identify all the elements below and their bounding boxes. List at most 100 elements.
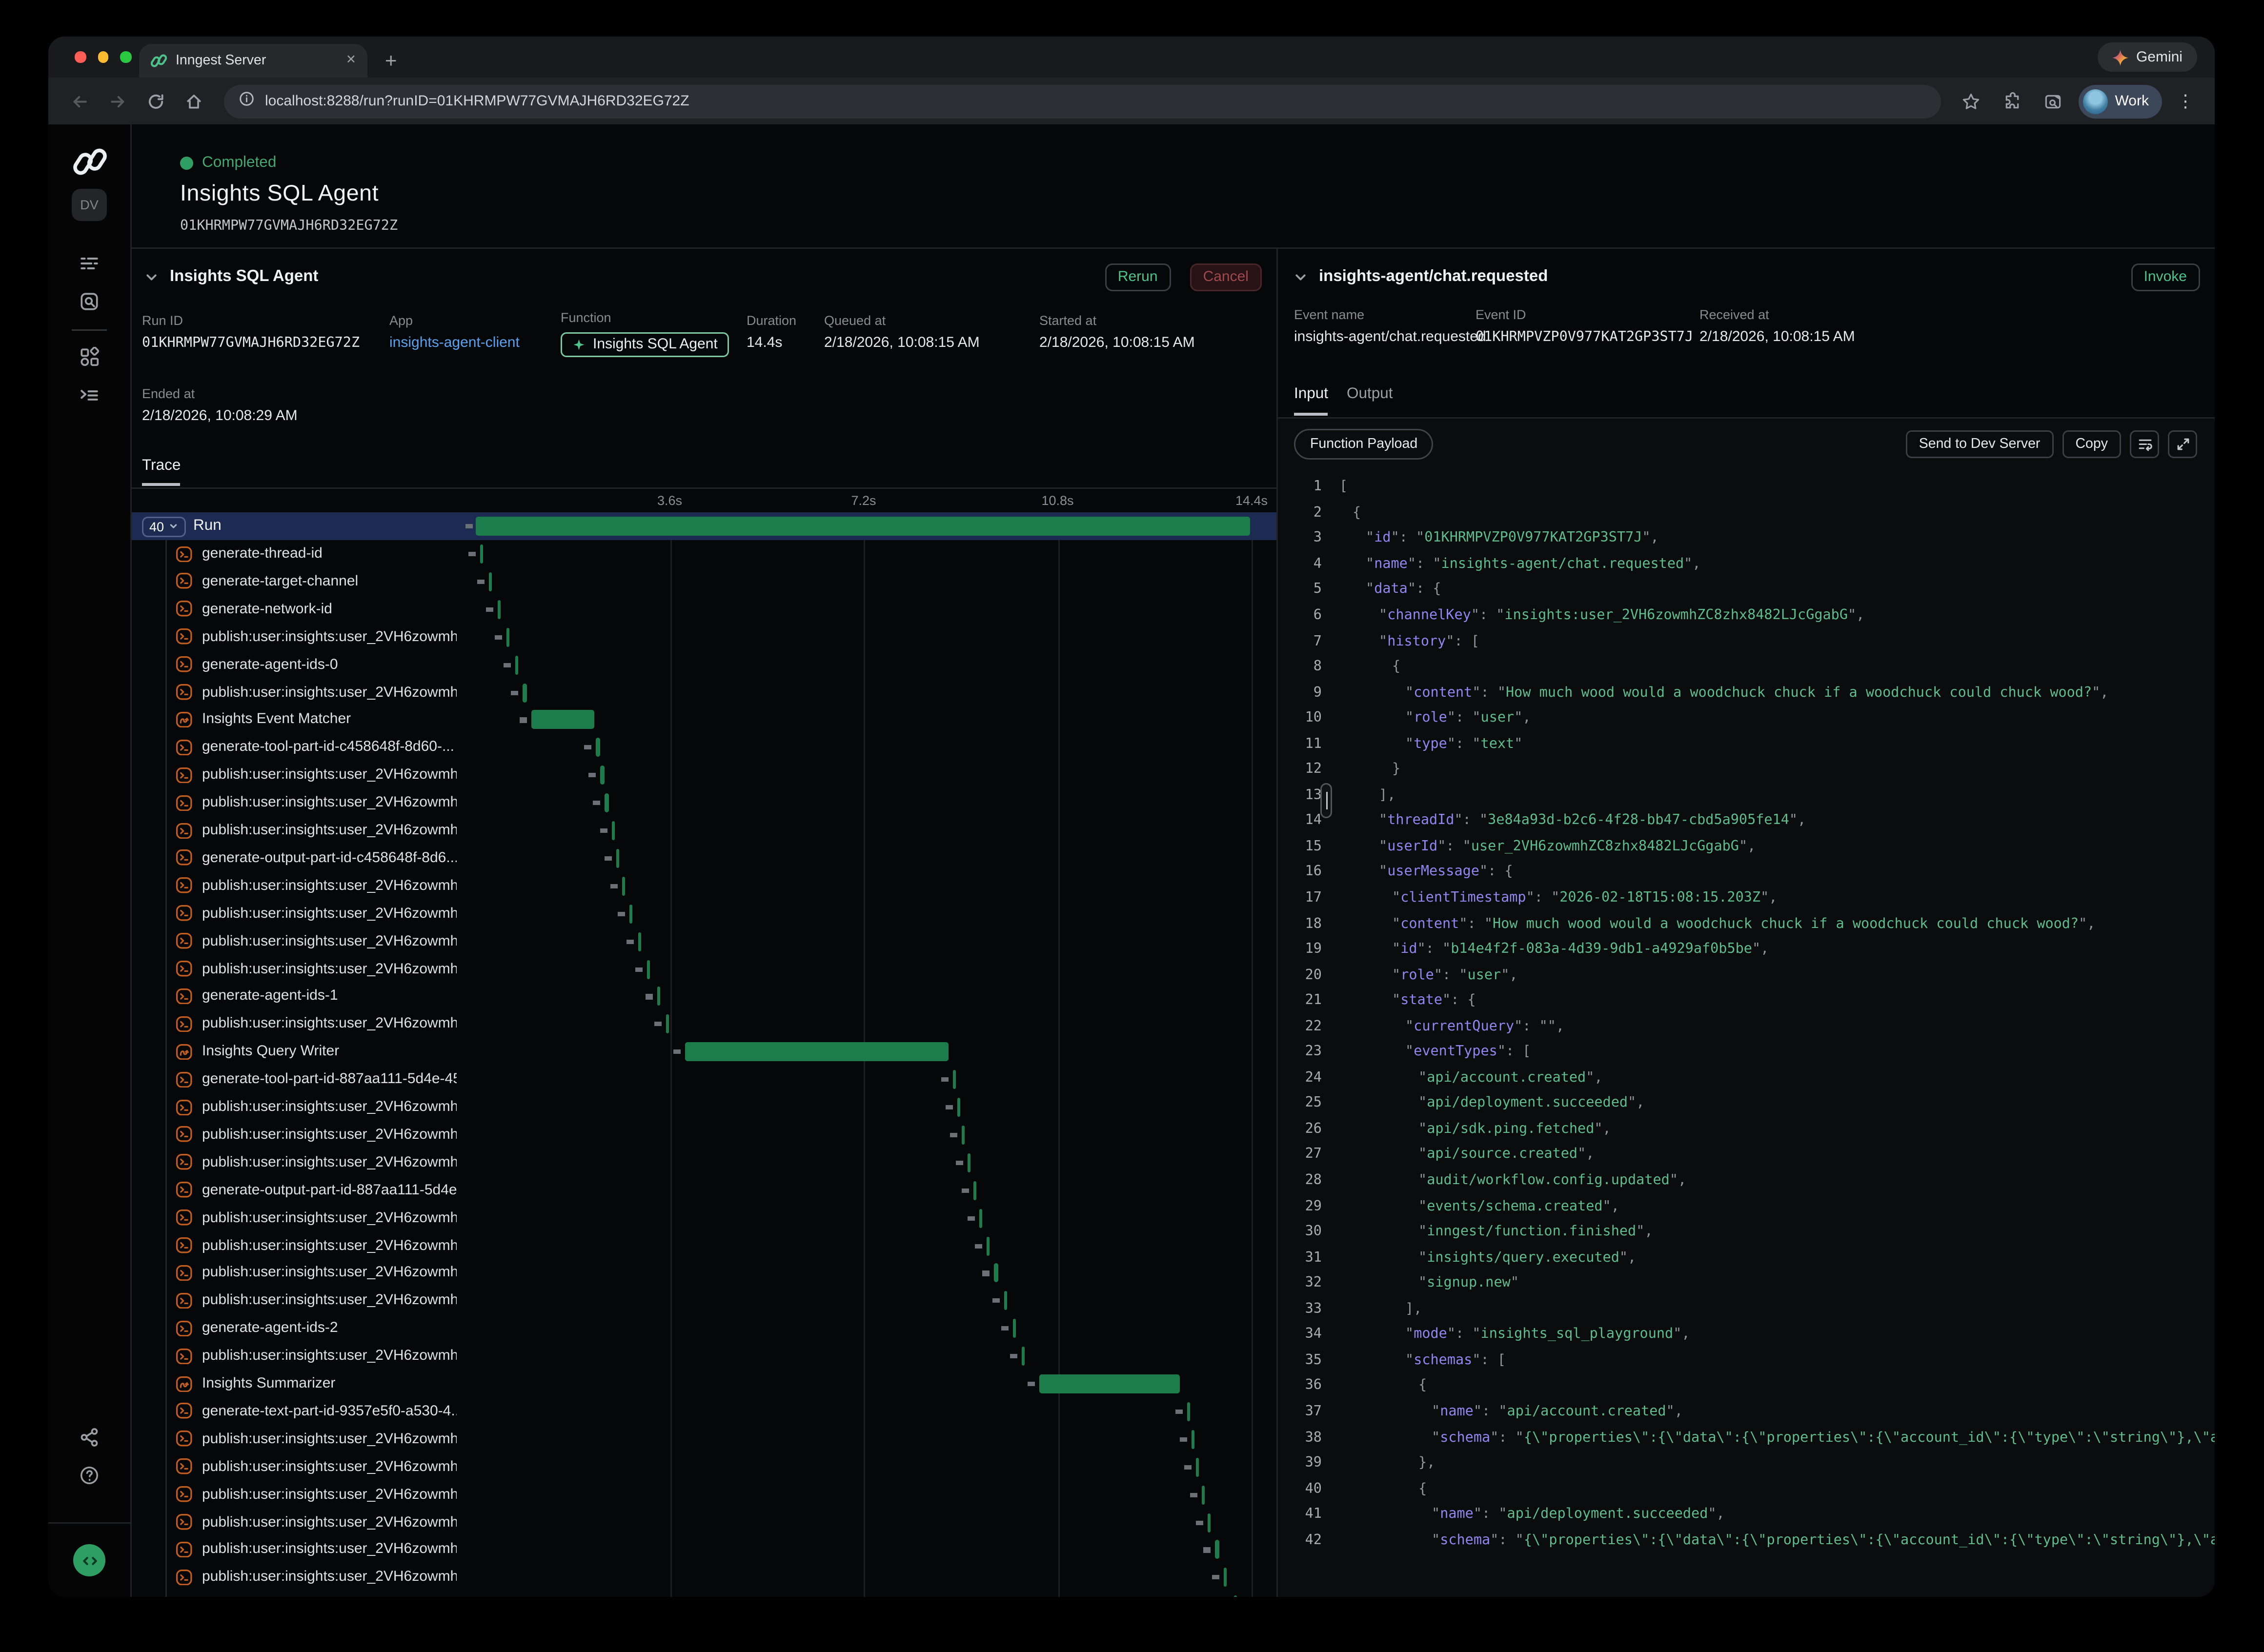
dev-server-badge[interactable]: DV [72, 189, 107, 221]
tab-trace[interactable]: Trace [142, 457, 181, 486]
window-controls[interactable] [75, 51, 131, 62]
trace-row[interactable]: generate-text-part-id-9357e5f0-a530-4... [132, 1398, 1276, 1426]
code-line: 14"threadId": "3e84a93d-b2c6-4f28-bb47-c… [1278, 808, 2215, 834]
trace-row[interactable]: publish:user:insights:user_2VH6zowmh... [132, 900, 1276, 927]
trace-bar [957, 1098, 960, 1117]
gemini-button[interactable]: Gemini [2098, 42, 2197, 72]
trace-bar [611, 821, 615, 840]
close-window-button[interactable] [75, 51, 86, 62]
trace-row[interactable]: Insights Event Matcher [132, 706, 1276, 734]
trace-row[interactable]: generate-thread-id [132, 540, 1276, 568]
panel-resize-handle[interactable] [1320, 783, 1332, 818]
trace-row[interactable]: publish:user:insights:user_2VH6zowmh... [132, 1481, 1276, 1509]
sidebar-apps-icon[interactable] [48, 347, 130, 367]
app-link[interactable]: insights-agent-client [389, 335, 520, 351]
trace-row[interactable]: publish:user:insights:user_2VH6zowmh... [132, 1509, 1276, 1536]
code-line: 28"audit/workflow.config.updated", [1278, 1168, 2215, 1193]
trace-row[interactable]: generate-target-channel [132, 568, 1276, 596]
profile-button[interactable]: Work [2079, 84, 2162, 118]
trace-row[interactable]: generate-output-part-id-c458648f-8d6... [132, 845, 1276, 872]
trace-row[interactable]: publish:user:insights:user_2VH6zowmh... [132, 762, 1276, 789]
code-line: 42"schema": "{\"properties\":{\"data\":{… [1278, 1527, 2215, 1553]
copy-button[interactable]: Copy [2062, 430, 2121, 458]
trace-row[interactable]: Insights Summarizer [132, 1370, 1276, 1398]
field-label: Run ID [142, 313, 360, 328]
line-number: 39 [1278, 1455, 1322, 1471]
reload-button[interactable] [139, 85, 171, 117]
trace-row[interactable]: publish:user:insights:user_2VH6zowmh... [132, 872, 1276, 900]
step-icon [176, 1403, 193, 1420]
trace-run-row[interactable]: 40 Run [132, 512, 1276, 540]
trace-row[interactable]: publish:user:insights:user_2VH6zowmh... [132, 1093, 1276, 1121]
trace-row[interactable]: generate-network-id [132, 595, 1276, 623]
expand-button[interactable] [2168, 430, 2197, 458]
trace-row[interactable]: publish:user:insights:user_2VH6zowmh... [132, 1259, 1276, 1287]
trace-bar [973, 1181, 976, 1200]
cancel-button[interactable]: Cancel [1190, 263, 1262, 291]
chevron-down-icon[interactable] [1293, 269, 1309, 285]
trace-row[interactable]: generate-agent-ids-1 [132, 983, 1276, 1010]
trace-row[interactable]: publish:user:insights:user_2VH6zowmh... [132, 927, 1276, 955]
trace-row[interactable]: publish:user:insights:user_2VH6zowmh... [132, 789, 1276, 817]
trace-row[interactable]: publish:user:insights:user_2VH6zowmh... [132, 1425, 1276, 1453]
invoke-button[interactable]: Invoke [2131, 263, 2200, 291]
help-icon[interactable] [48, 1465, 130, 1486]
code-text: "state": { [1339, 993, 1476, 1009]
site-info-icon[interactable] [239, 91, 255, 111]
chevron-down-icon[interactable] [143, 269, 160, 285]
trace-row[interactable]: capture-observability-data [132, 1592, 1276, 1597]
trace-row[interactable]: publish:user:insights:user_2VH6zowmh... [132, 679, 1276, 706]
back-button[interactable] [63, 85, 95, 117]
minimize-window-button[interactable] [98, 51, 109, 62]
step-count-dropdown[interactable]: 40 [142, 516, 186, 537]
address-bar[interactable]: localhost:8288/run?runID=01KHRMPW77GVMAJ… [224, 84, 1941, 118]
trace-row[interactable]: publish:user:insights:user_2VH6zowmh... [132, 817, 1276, 845]
sidebar-runs-icon[interactable] [48, 253, 130, 274]
sidebar-events-icon[interactable] [48, 291, 130, 312]
inngest-logo-icon[interactable] [48, 145, 130, 179]
forward-button[interactable] [101, 85, 133, 117]
code-block[interactable]: 1[2{3"id": "01KHRMPVZP0V977KAT2GP3ST7J",… [1278, 468, 2215, 1597]
trace-row[interactable]: publish:user:insights:user_2VH6zowmh... [132, 1342, 1276, 1370]
new-tab-button[interactable]: + [385, 48, 397, 78]
trace-row[interactable]: generate-agent-ids-2 [132, 1315, 1276, 1343]
maximize-window-button[interactable] [120, 51, 131, 62]
function-pill[interactable]: Insights SQL Agent [561, 332, 729, 357]
browser-tab[interactable]: Inngest Server × [139, 44, 367, 78]
trace-row[interactable]: generate-tool-part-id-887aa111-5d4e-45..… [132, 1066, 1276, 1093]
home-button[interactable] [177, 85, 209, 117]
rerun-button[interactable]: Rerun [1105, 263, 1171, 291]
trace-row-label: publish:user:insights:user_2VH6zowmh... [202, 1293, 457, 1309]
reading-mode-icon[interactable] [2038, 85, 2070, 117]
tab-output[interactable]: Output [1347, 385, 1393, 413]
extensions-icon[interactable] [1997, 85, 2029, 117]
trace-row[interactable]: publish:user:insights:user_2VH6zowmh... [132, 1148, 1276, 1176]
function-payload-pill[interactable]: Function Payload [1294, 428, 1434, 459]
wrap-text-button[interactable] [2130, 430, 2159, 458]
trace-row[interactable]: publish:user:insights:user_2VH6zowmh... [132, 1536, 1276, 1564]
trace-row[interactable]: generate-output-part-id-887aa111-5d4e... [132, 1176, 1276, 1204]
trace-row[interactable]: publish:user:insights:user_2VH6zowmh... [132, 1204, 1276, 1232]
sidebar-docs-icon[interactable] [48, 385, 130, 405]
browser-menu-icon[interactable]: ⋮ [2171, 91, 2200, 111]
trace-row[interactable]: generate-agent-ids-0 [132, 651, 1276, 679]
trace-row[interactable]: publish:user:insights:user_2VH6zowmh... [132, 1287, 1276, 1315]
code-line: 41"name": "api/deployment.succeeded", [1278, 1502, 2215, 1528]
trace-row[interactable]: publish:user:insights:user_2VH6zowmh... [132, 1453, 1276, 1481]
trace-row[interactable]: generate-tool-part-id-c458648f-8d60-... [132, 734, 1276, 762]
screen: Inngest Server × + Gemini [0, 0, 2264, 1652]
dev-tools-button[interactable] [73, 1544, 105, 1576]
trace-row[interactable]: publish:user:insights:user_2VH6zowmh... [132, 623, 1276, 651]
send-to-dev-server-button[interactable]: Send to Dev Server [1906, 430, 2054, 458]
trace-row[interactable]: publish:user:insights:user_2VH6zowmh... [132, 1121, 1276, 1149]
trace-row[interactable]: Insights Query Writer [132, 1038, 1276, 1066]
share-feedback-icon[interactable] [48, 1427, 130, 1448]
trace-row[interactable]: publish:user:insights:user_2VH6zowmh... [132, 1232, 1276, 1260]
close-tab-icon[interactable]: × [346, 53, 356, 69]
trace-row[interactable]: publish:user:insights:user_2VH6zowmh... [132, 1564, 1276, 1592]
bookmark-star-icon[interactable] [1956, 85, 1988, 117]
tab-input[interactable]: Input [1294, 385, 1328, 416]
trace-row[interactable]: publish:user:insights:user_2VH6zowmh... [132, 955, 1276, 983]
trace-row[interactable]: publish:user:insights:user_2VH6zowmh... [132, 1010, 1276, 1038]
step-icon [176, 1292, 193, 1309]
